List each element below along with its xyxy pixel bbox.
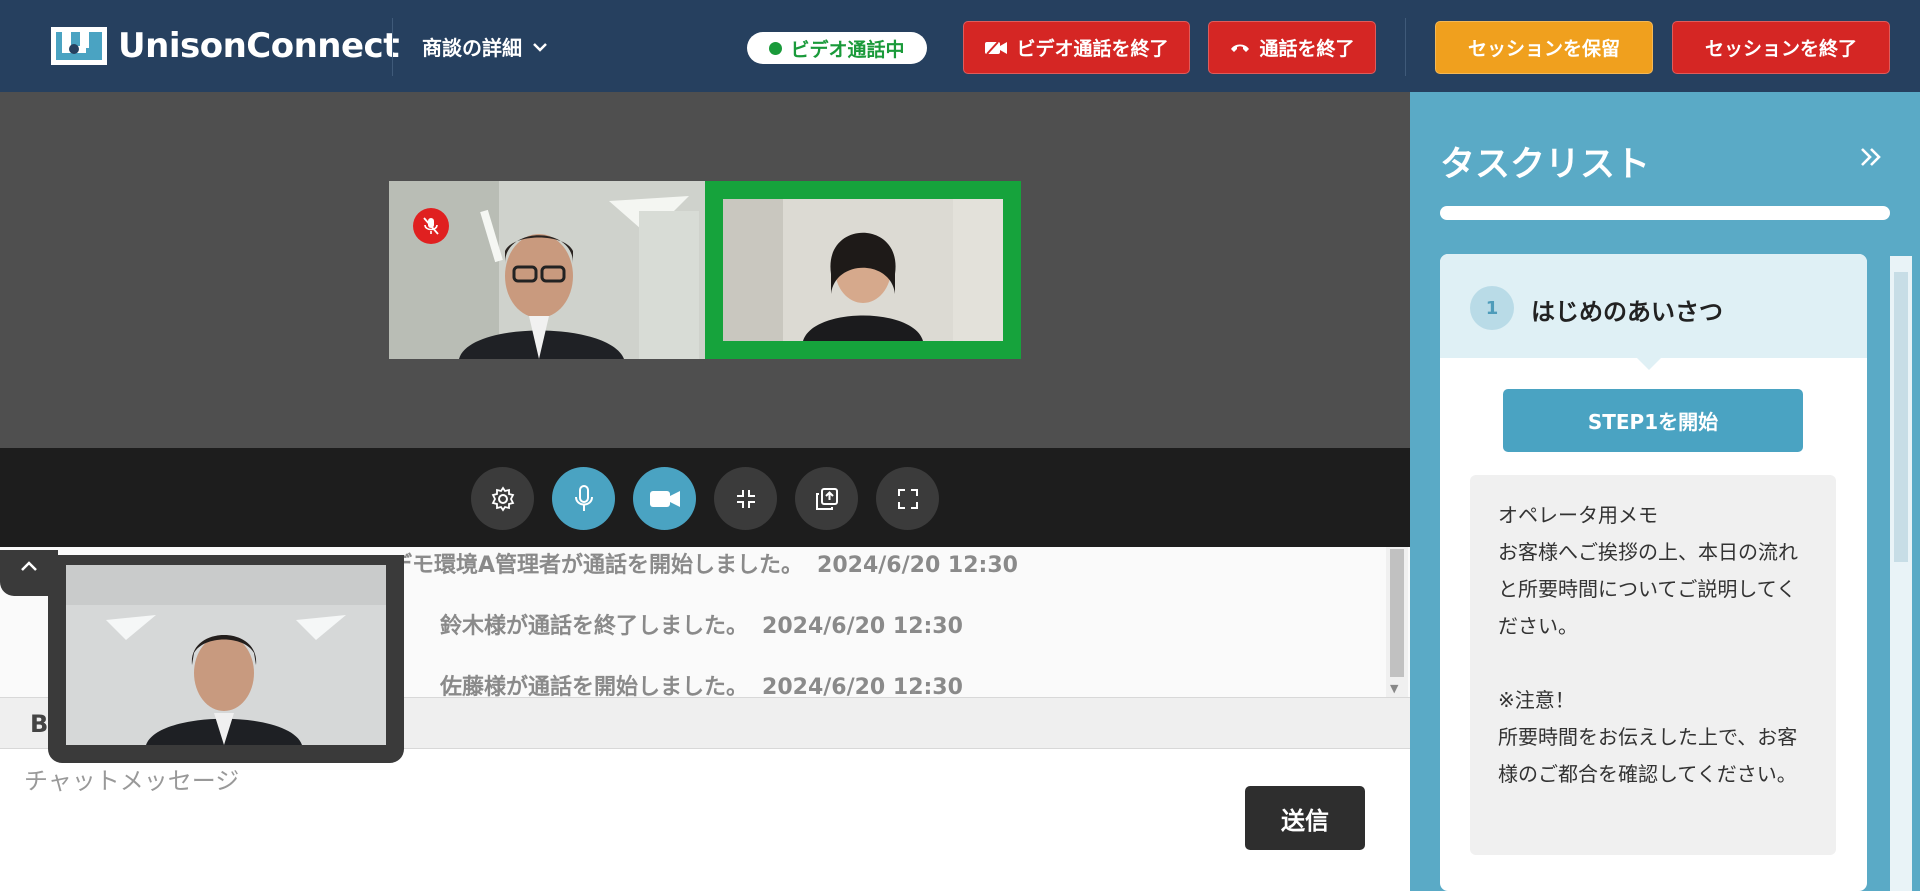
start-step-button[interactable]: STEP1を開始 [1503,389,1803,452]
end-call-label: 通話を終了 [1259,38,1355,60]
header-divider [1405,18,1406,76]
send-button[interactable]: 送信 [1245,786,1365,850]
participant-video-customer[interactable] [705,181,1021,359]
chat-log-line: デモ環境A管理者が通話を開始しました。 2024/6/20 12:30 [390,553,1018,578]
gear-icon [491,485,514,512]
end-call-button[interactable]: 通話を終了 [1208,21,1376,74]
scroll-down-icon[interactable]: ▼ [1390,682,1398,695]
microphone-toggle[interactable] [552,467,615,530]
mic-icon [574,484,593,511]
scrollbar-thumb[interactable] [1894,272,1908,562]
phone-hangup-icon [1231,44,1250,52]
step-header-pointer [1637,358,1661,370]
chat-message-input[interactable] [0,749,1410,891]
video-off-icon [985,40,1008,55]
logo-text: UnisonConnect [118,26,399,66]
step-title: はじめのあいさつ [1531,298,1723,326]
fullscreen-icon [897,488,918,509]
step-header[interactable]: 1 はじめのあいさつ [1440,254,1867,358]
task-progress-bar [1440,206,1890,220]
task-step-card: 1 はじめのあいさつ STEP1を開始 オペレータ用メモ お客様へご挨拶の上、本… [1440,254,1867,891]
settings-button[interactable] [471,467,534,530]
fullscreen-button[interactable] [876,467,939,530]
live-dot-icon [769,41,783,55]
video-stage [0,92,1410,448]
chat-log-line: 佐藤様が通話を開始しました。 2024/6/20 12:30 [440,675,963,697]
end-video-button[interactable]: ビデオ通話を終了 [963,21,1190,74]
step-number-badge: 1 [1470,286,1514,330]
video-status-badge: ビデオ通話中 [747,32,927,64]
hold-session-label: セッションを保留 [1467,38,1620,60]
deal-detail-label: 商談の詳細 [422,36,522,60]
minimize-video-button[interactable] [714,467,777,530]
call-controls [0,448,1410,547]
video-status-label: ビデオ通話中 [790,38,905,61]
muted-mic-badge [413,208,449,244]
camera-icon [649,490,680,507]
send-label: 送信 [1281,806,1329,835]
scrollbar-thumb[interactable] [1390,549,1404,677]
double-chevron-right-icon [1861,148,1881,166]
self-video [66,565,386,745]
chat-log-line: 鈴木様が通話を終了しました。 2024/6/20 12:30 [440,614,963,639]
self-video-feed [66,565,386,745]
self-view-panel[interactable] [48,555,404,763]
popout-button[interactable] [795,467,858,530]
end-session-label: セッションを終了 [1704,38,1857,60]
operator-memo: オペレータ用メモ お客様へご挨拶の上、本日の流れと所要時間についてご説明してくだ… [1470,475,1836,855]
participant-video-operator[interactable] [389,181,705,359]
hold-session-button[interactable]: セッションを保留 [1435,21,1653,74]
top-bar: UnisonConnect 商談の詳細 ビデオ通話中 ビデオ通話を終了 通話を終… [0,0,1920,92]
header-divider [392,18,393,76]
bold-button[interactable]: B [30,710,48,738]
start-step-label: STEP1を開始 [1587,410,1719,434]
operator-video-feed [389,181,705,359]
task-panel-scrollbar[interactable] [1890,256,1912,891]
end-session-button[interactable]: セッションを終了 [1672,21,1890,74]
popout-icon [815,487,838,510]
logo: UnisonConnect [50,26,399,66]
collapse-panel-button[interactable] [1858,138,1884,178]
end-video-label: ビデオ通話を終了 [1016,38,1169,60]
chevron-up-icon [21,561,37,571]
deal-detail-dropdown[interactable]: 商談の詳細 [422,32,548,61]
mic-off-icon [423,217,439,235]
chevron-down-icon [533,42,547,52]
camera-toggle[interactable] [633,467,696,530]
task-list-panel: タスクリスト 1 はじめのあいさつ STEP1を開始 オペレータ用メモ お客様へ… [1410,92,1920,891]
chat-log-scrollbar[interactable]: ▼ [1386,547,1408,697]
customer-video-feed [723,199,1003,341]
minimize-icon [736,489,755,508]
task-list-title: タスクリスト [1440,145,1651,185]
logo-mark-icon [51,27,107,65]
